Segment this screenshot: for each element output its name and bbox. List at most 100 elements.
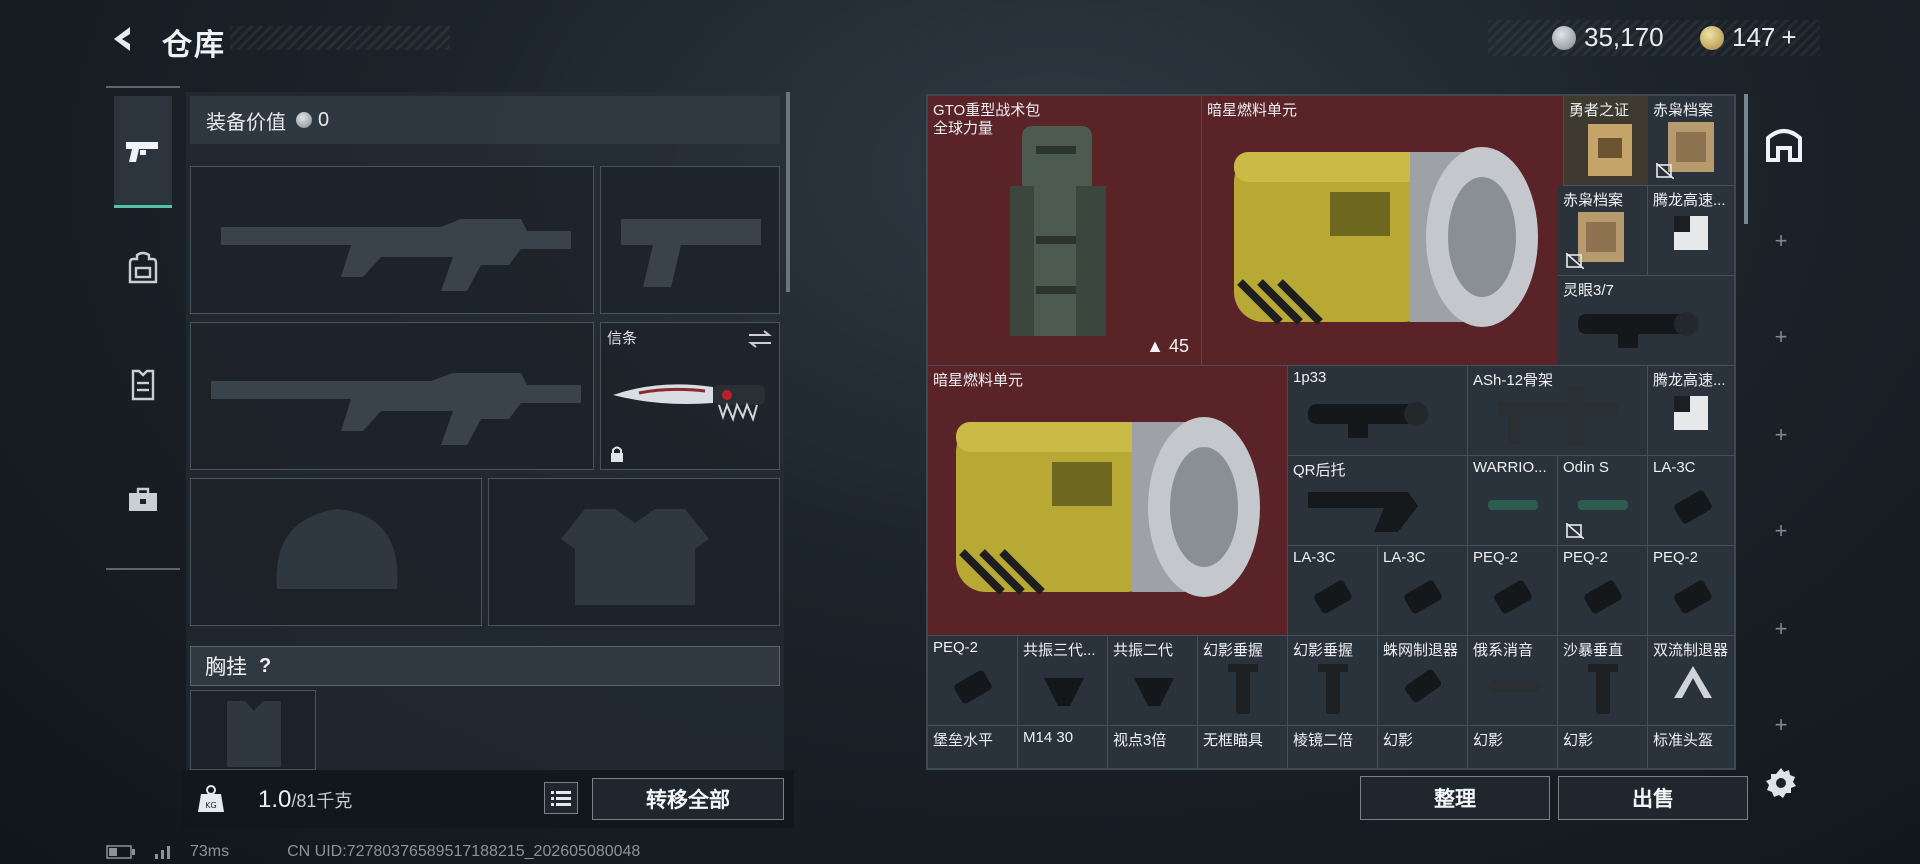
pistol-silhouette-icon [621, 219, 761, 287]
item-name: 标准头盔 [1653, 732, 1714, 749]
storage-item[interactable]: 堡垒水平 [928, 726, 1018, 768]
silver-amount: 35,170 [1584, 22, 1664, 52]
storage-item[interactable]: 勇者之证 [1564, 96, 1654, 186]
storage-item[interactable]: 标准头盔 [1648, 726, 1734, 768]
add-storage-tab-icon[interactable]: + [1770, 230, 1792, 252]
add-storage-tab-icon[interactable]: + [1770, 424, 1792, 446]
swap-icon[interactable] [747, 329, 773, 349]
storage-item[interactable]: 视点3倍 [1108, 726, 1198, 768]
sort-button[interactable]: 整理 [1360, 776, 1550, 820]
storage-item-fuel-cell[interactable]: 暗星燃料单元 [1202, 96, 1564, 366]
storage-item[interactable]: 幻影垂握 [1288, 636, 1378, 726]
storage-item[interactable]: 灵眼3/7 [1558, 276, 1734, 366]
vgrip-item-icon [1228, 664, 1258, 714]
storage-item[interactable]: PEQ-2 [1558, 546, 1648, 636]
storage-item[interactable]: 共振二代 [1108, 636, 1198, 726]
item-name: 暗星燃料单元 [933, 372, 1024, 389]
max-weight: /81千克 [291, 791, 353, 811]
lock-icon [611, 446, 623, 462]
tab-vests[interactable] [114, 328, 172, 440]
primary-weapon-slot[interactable] [190, 166, 594, 314]
vgrip-item-icon [1588, 664, 1618, 714]
equipment-scrollbar[interactable] [786, 92, 790, 292]
secondary-weapon-slot[interactable] [190, 322, 594, 470]
storage-item[interactable]: 幻影垂握 [1198, 636, 1288, 726]
silver-coin-icon [296, 112, 312, 128]
storage-item[interactable]: 双流制退器 [1648, 636, 1734, 726]
tab-backpacks[interactable] [114, 212, 172, 324]
storage-item[interactable]: 幻影 [1558, 726, 1648, 768]
armor-slot[interactable] [488, 478, 780, 626]
rail-item-icon [1498, 386, 1618, 446]
weight-icon: KG [198, 785, 224, 812]
help-button[interactable]: ? [259, 655, 271, 678]
storage-item[interactable]: Odin S [1558, 456, 1648, 546]
no-trade-icon [1566, 253, 1584, 269]
storage-item[interactable]: 1p33 [1288, 366, 1468, 456]
battery-icon [106, 845, 135, 859]
ping-readout: 73ms [190, 843, 230, 860]
badge-icon [1588, 124, 1632, 176]
helmet-slot[interactable] [190, 478, 482, 626]
chest-rig-bar: 胸挂 ? [190, 646, 780, 686]
storage-item[interactable]: LA-3C [1378, 546, 1468, 636]
storage-item-backpack[interactable]: GTO重型战术包 全球力量 ▲ 45 [928, 96, 1202, 366]
storage-item[interactable]: QR后托 [1288, 456, 1468, 546]
gold-currency[interactable]: 147 + [1700, 22, 1797, 53]
add-storage-tab-icon[interactable]: + [1770, 618, 1792, 640]
item-subtitle: 全球力量 [933, 120, 994, 137]
item-name: 勇者之证 [1569, 102, 1630, 119]
storage-item[interactable]: PEQ-2 [1468, 546, 1558, 636]
melee-slot[interactable]: 信条 [600, 322, 780, 470]
back-arrow-icon[interactable] [106, 22, 140, 56]
storage-item[interactable]: 赤枭档案 [1558, 186, 1648, 276]
status-bar: 73ms CN UID:72780376589517188215_2026050… [106, 843, 640, 861]
tab-weapons[interactable] [114, 96, 172, 208]
storage-item[interactable]: ASh-12骨架 [1468, 366, 1648, 456]
item-name: 棱镜二倍 [1293, 732, 1354, 749]
chest-rig-slot[interactable] [190, 690, 316, 770]
silver-coin-icon [1552, 25, 1576, 50]
storage-item[interactable]: 无框瞄具 [1198, 726, 1288, 768]
weight-readout: 1.0/81千克 [258, 786, 352, 814]
storage-item[interactable]: 俄系消音 [1468, 636, 1558, 726]
storage-item[interactable]: 幻影 [1468, 726, 1558, 768]
sidearm-slot[interactable] [600, 166, 780, 314]
storage-item[interactable]: 棱镜二倍 [1288, 726, 1378, 768]
storage-item[interactable]: 沙暴垂直 [1558, 636, 1648, 726]
storage-item[interactable]: 腾龙高速... [1648, 186, 1734, 276]
storage-item[interactable]: PEQ-2 [1648, 546, 1734, 636]
settings-gear-icon[interactable] [1764, 766, 1798, 800]
storage-item-fuel-cell[interactable]: 暗星燃料单元 [928, 366, 1288, 636]
storage-grid: GTO重型战术包 全球力量 ▲ 45 暗星燃料单元 暗星燃料单元 勇者之证 赤枭… [926, 94, 1736, 770]
warehouse-icon[interactable] [1764, 124, 1804, 164]
sell-button[interactable]: 出售 [1558, 776, 1748, 820]
list-view-button[interactable] [544, 782, 578, 814]
storage-item[interactable]: LA-3C [1288, 546, 1378, 636]
storage-item[interactable]: 蛛网制退器 [1378, 636, 1468, 726]
tab-toolbox[interactable] [114, 444, 172, 556]
storage-item[interactable]: LA-3C [1648, 456, 1734, 546]
chest-rig-silhouette-icon [227, 701, 281, 767]
triangle-item-icon [1674, 666, 1712, 698]
add-storage-tab-icon[interactable]: + [1770, 520, 1792, 542]
storage-item[interactable]: WARRIO... [1468, 456, 1558, 546]
storage-item[interactable]: 赤枭档案 [1648, 96, 1734, 186]
gold-add-button[interactable]: + [1781, 22, 1796, 53]
chest-rig-label: 胸挂 [205, 656, 247, 679]
storage-item[interactable]: M14 30 [1018, 726, 1108, 768]
storage-item[interactable]: PEQ-2 [928, 636, 1018, 726]
add-storage-tab-icon[interactable]: + [1770, 714, 1792, 736]
transfer-all-button[interactable]: 转移全部 [592, 778, 784, 820]
storage-item[interactable]: 幻影 [1378, 726, 1468, 768]
pistol-icon [126, 141, 158, 162]
laser-item-icon [1404, 580, 1442, 614]
stock-item-icon [1308, 492, 1418, 532]
storage-item[interactable]: 共振三代... [1018, 636, 1108, 726]
fuel-canister-icon [956, 417, 1260, 597]
svg-text:KG: KG [205, 801, 216, 810]
no-trade-icon [1656, 163, 1674, 179]
storage-item[interactable]: 腾龙高速... [1648, 366, 1734, 456]
add-storage-tab-icon[interactable]: + [1770, 326, 1792, 348]
box-item-icon [1674, 396, 1708, 430]
